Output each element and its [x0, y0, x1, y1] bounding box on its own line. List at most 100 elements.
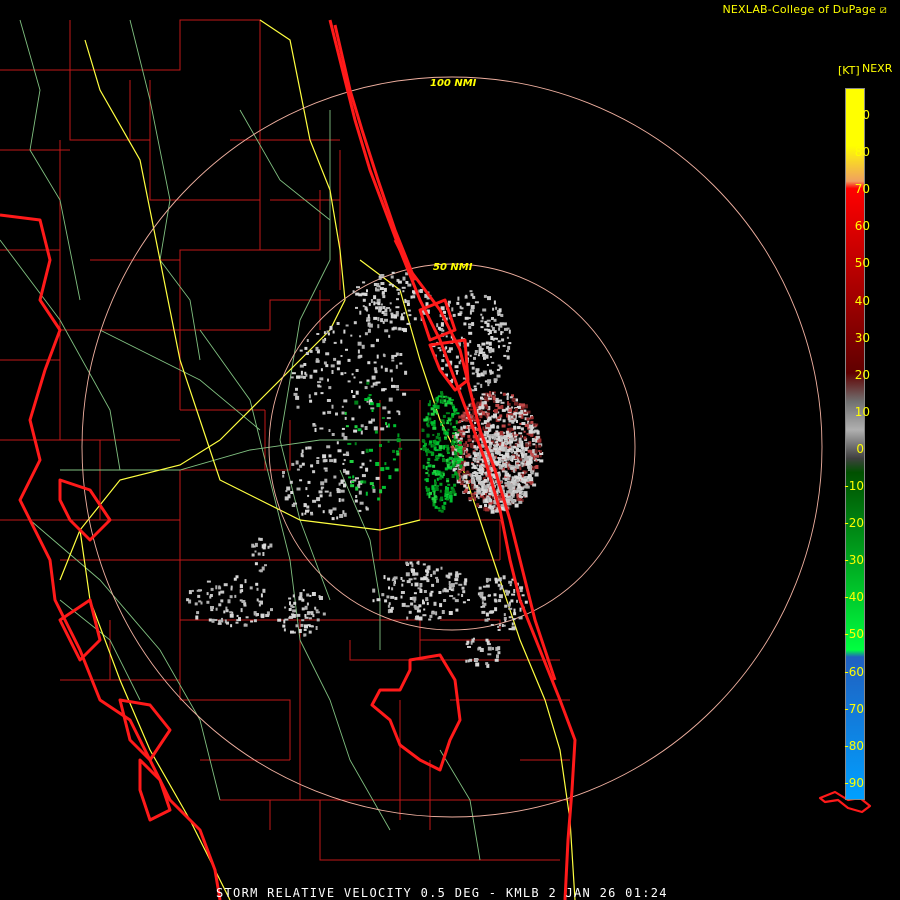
echo-pixel — [395, 385, 399, 388]
echo-pixel — [436, 477, 439, 481]
echo-pixel — [498, 473, 501, 477]
echo-pixel — [389, 369, 393, 373]
echo-pixel — [470, 483, 474, 487]
echo-pixel — [307, 480, 311, 484]
echo-pixel — [391, 579, 396, 582]
echo-pixel — [361, 462, 365, 466]
echo-pixel — [352, 290, 355, 294]
echo-pixel — [295, 395, 300, 400]
echo-pixel — [522, 471, 525, 474]
echo-pixel — [487, 397, 492, 400]
echo-pixel — [508, 580, 513, 584]
echo-pixel — [415, 606, 420, 610]
echo-pixel — [494, 598, 497, 602]
echo-pixel — [395, 306, 400, 309]
echo-pixel — [517, 484, 521, 489]
echo-pixel — [385, 422, 388, 426]
echo-pixel — [265, 614, 270, 617]
echo-pixel — [525, 470, 528, 473]
echo-pixel — [430, 574, 433, 577]
echo-pixel — [315, 609, 319, 612]
echo-pixel — [480, 595, 483, 599]
echo-pixel — [498, 445, 501, 449]
echo-pixel — [221, 617, 223, 620]
echo-pixel — [497, 625, 500, 628]
echo-pixel — [458, 441, 462, 445]
echo-pixel — [513, 469, 516, 473]
echo-pixel — [518, 616, 523, 620]
echo-pixel — [406, 580, 411, 584]
echo-pixel — [477, 354, 480, 357]
echo-pixel — [462, 425, 466, 429]
echo-pixel — [390, 275, 394, 279]
echo-pixel — [284, 496, 289, 501]
echo-pixel — [307, 446, 312, 450]
scale-tick: -20 — [844, 516, 864, 531]
echo-pixel — [355, 292, 360, 296]
echo-pixel — [488, 438, 491, 443]
echo-pixel — [380, 427, 385, 431]
echo-pixel — [454, 582, 458, 585]
echo-pixel — [292, 609, 297, 613]
echo-pixel — [523, 449, 525, 454]
echo-pixel — [523, 436, 527, 440]
echo-pixel — [495, 400, 500, 404]
echo-pixel — [378, 306, 383, 311]
echo-pixel — [476, 473, 479, 477]
echo-pixel — [345, 324, 349, 327]
echo-pixel — [434, 398, 437, 402]
echo-pixel — [480, 326, 484, 329]
echo-pixel — [359, 335, 362, 338]
echo-pixel — [458, 583, 463, 586]
echo-pixel — [507, 423, 511, 426]
echo-pixel — [449, 595, 454, 597]
echo-pixel — [225, 609, 229, 613]
echo-pixel — [319, 427, 324, 430]
echo-pixel — [500, 314, 504, 317]
echo-pixel — [493, 378, 498, 382]
echo-pixel — [459, 458, 464, 462]
echo-pixel — [401, 583, 404, 587]
echo-pixel — [218, 591, 221, 596]
echo-pixel — [490, 492, 493, 496]
echo-pixel — [342, 453, 346, 456]
echo-pixel — [366, 319, 370, 322]
echo-pixel — [391, 377, 393, 382]
echo-pixel — [396, 352, 399, 356]
echo-pixel — [494, 450, 498, 455]
scale-tick: 90 — [854, 108, 870, 122]
echo-pixel — [354, 499, 358, 503]
echo-pixel — [254, 550, 257, 553]
echo-pixel — [452, 468, 456, 472]
echo-pixel — [499, 366, 503, 370]
echo-pixel — [344, 372, 347, 374]
echo-pixel — [519, 586, 524, 590]
echo-pixel — [467, 646, 471, 648]
echo-pixel — [381, 485, 386, 489]
echo-pixel — [388, 397, 393, 402]
echo-pixel — [427, 457, 431, 461]
echo-pixel — [269, 543, 273, 548]
echo-pixel — [335, 412, 338, 416]
echo-pixel — [405, 561, 409, 565]
echo-pixel — [436, 578, 439, 583]
echo-pixel — [428, 443, 432, 446]
echo-pixel — [435, 611, 438, 616]
echo-pixel — [500, 448, 505, 452]
echo-pixel — [489, 499, 492, 503]
echo-pixel — [258, 603, 261, 607]
echo-pixel — [396, 288, 401, 291]
echo-pixel — [539, 450, 542, 453]
echo-pixel — [429, 440, 432, 444]
echo-pixel — [409, 597, 413, 600]
echo-pixel — [462, 601, 466, 604]
echo-pixel — [394, 596, 398, 600]
echo-pixel — [384, 308, 388, 313]
echo-pixel — [306, 339, 309, 342]
echo-pixel — [418, 604, 422, 608]
echo-pixel — [365, 491, 368, 496]
echo-pixel — [359, 466, 363, 469]
echo-pixel — [454, 365, 459, 369]
echo-pixel — [191, 589, 194, 592]
echo-pixel — [481, 393, 486, 396]
